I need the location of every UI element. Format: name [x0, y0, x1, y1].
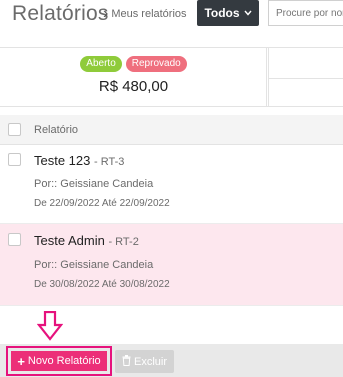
- report-author: Por:: Geissiane Candeia: [34, 259, 154, 271]
- delete-label: Excluir: [133, 355, 167, 368]
- report-title: Teste 123: [34, 153, 91, 168]
- table-row[interactable]: Teste Admin - RT-2 Por:: Geissiane Cande…: [0, 224, 343, 306]
- status-filter-dropdown[interactable]: Todos: [197, 0, 259, 26]
- chevron-right-icon: ›: [103, 5, 109, 22]
- report-title-line: Teste Admin - RT-2: [34, 233, 139, 248]
- new-report-button[interactable]: + Novo Relatório: [11, 351, 107, 371]
- report-title-line: Teste 123 - RT-3: [34, 153, 124, 168]
- row-checkbox[interactable]: [8, 153, 21, 166]
- new-report-label: Novo Relatório: [27, 355, 101, 367]
- table-header: Relatório: [0, 115, 343, 145]
- page-header: Relatórios › Meus relatórios Todos: [0, 0, 343, 44]
- status-badges: Aberto Reprovado: [0, 56, 267, 72]
- divider: [268, 78, 343, 79]
- column-header-report: Relatório: [34, 124, 79, 136]
- report-code: - RT-2: [108, 236, 139, 248]
- select-all-checkbox[interactable]: [8, 123, 21, 136]
- action-footer: + Novo Relatório Excluir: [0, 344, 343, 377]
- summary-cell-next: [268, 48, 343, 106]
- report-author: Por:: Geissiane Candeia: [34, 178, 154, 190]
- row-checkbox[interactable]: [8, 233, 21, 246]
- trash-icon: [122, 354, 131, 369]
- report-dates: De 30/08/2022 Até 30/08/2022: [34, 279, 170, 290]
- delete-button[interactable]: Excluir: [115, 350, 174, 373]
- search-input[interactable]: [268, 0, 343, 26]
- page-title: Relatórios: [12, 2, 109, 25]
- status-badge-rejected: Reprovado: [125, 56, 187, 72]
- annotation-arrow-icon: [36, 310, 64, 341]
- status-filter-label: Todos: [204, 6, 240, 20]
- status-badge-open: Aberto: [80, 56, 122, 72]
- new-report-highlight: + Novo Relatório: [6, 346, 112, 376]
- summary-cell: Aberto Reprovado R$ 480,00: [0, 48, 267, 106]
- reports-page: Relatórios › Meus relatórios Todos Abert…: [0, 0, 343, 377]
- breadcrumb-label: Meus relatórios: [111, 8, 187, 20]
- report-title: Teste Admin: [34, 233, 105, 248]
- summary-card: Aberto Reprovado R$ 480,00: [0, 47, 343, 107]
- table-row[interactable]: Teste 123 - RT-3 Por:: Geissiane Candeia…: [0, 145, 343, 224]
- report-dates: De 22/09/2022 Até 22/09/2022: [34, 198, 170, 209]
- report-code: - RT-3: [94, 156, 125, 168]
- plus-icon: +: [17, 353, 25, 369]
- chevron-down-icon: [244, 8, 252, 18]
- breadcrumb[interactable]: › Meus relatórios: [103, 6, 187, 22]
- total-amount: R$ 480,00: [98, 78, 169, 95]
